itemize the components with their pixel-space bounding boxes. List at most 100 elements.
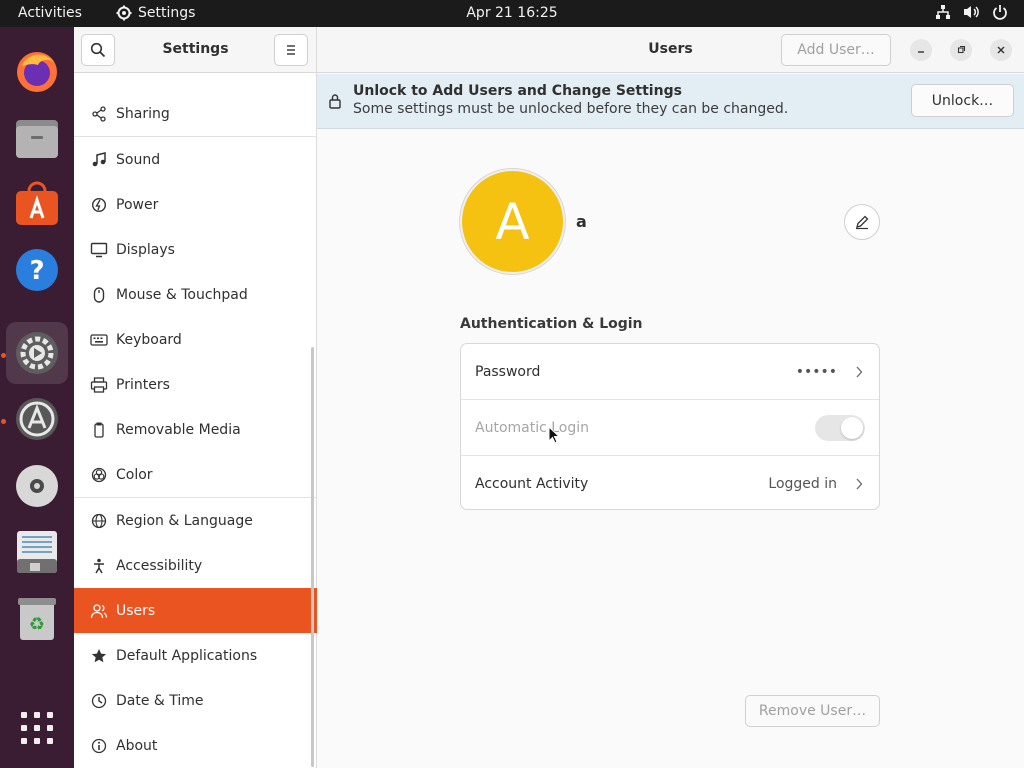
pencil-icon [856, 215, 869, 230]
printer-icon [88, 376, 110, 394]
close-button[interactable] [990, 39, 1012, 61]
automatic-login-label: Automatic Login [475, 419, 590, 436]
add-user-button[interactable]: Add User… [781, 34, 891, 66]
username: a [576, 212, 587, 231]
globe-icon [88, 512, 110, 530]
dock-disc[interactable] [6, 455, 68, 517]
maximize-button[interactable] [950, 39, 972, 61]
sidebar-item-displays[interactable]: Displays [74, 227, 317, 272]
sidebar-item-label: Printers [116, 376, 170, 393]
sidebar-item-accessibility[interactable]: Accessibility [74, 543, 317, 588]
dock-updater[interactable] [6, 388, 68, 450]
minimize-button[interactable] [910, 39, 932, 61]
menu-button[interactable] [274, 34, 308, 66]
sidebar-item-default-applications[interactable]: Default Applications [74, 633, 317, 678]
sidebar-item-printers[interactable]: Printers [74, 362, 317, 407]
files-icon [16, 120, 58, 158]
sidebar-item-label: Power [116, 196, 159, 213]
sidebar-item-power[interactable]: Power [74, 182, 317, 227]
software-store-icon [16, 181, 58, 225]
sidebar-item-sound[interactable]: Sound [74, 137, 317, 182]
activities-button[interactable]: Activities [18, 5, 82, 21]
color-icon [88, 466, 110, 484]
users-panel: Users Add User… Unlock to Add Users and … [317, 27, 1024, 768]
sidebar-item-color[interactable]: Color [74, 452, 317, 497]
authentication-list: Password ••••• Automatic Login Account A… [460, 343, 880, 510]
dock: ? ♻ [0, 27, 74, 768]
dock-firefox[interactable] [6, 40, 68, 102]
dock-help[interactable]: ? [6, 239, 68, 301]
network-icon [936, 5, 950, 19]
dock-files[interactable] [6, 107, 68, 169]
app-grid-icon [21, 712, 53, 744]
sidebar-item-label: Sharing [116, 105, 170, 122]
dock-trash[interactable]: ♻ [6, 588, 68, 650]
sidebar-item-label: About [116, 737, 158, 754]
power-icon [993, 5, 1007, 20]
clock-label[interactable]: Apr 21 16:25 [466, 5, 557, 21]
avatar[interactable]: A [460, 169, 565, 274]
app-menu[interactable]: Settings [116, 5, 195, 21]
lock-icon [329, 94, 341, 109]
password-label: Password [475, 363, 541, 380]
dock-app-grid[interactable] [6, 697, 68, 759]
account-activity-row[interactable]: Account Activity Logged in [461, 456, 879, 511]
app-menu-label: Settings [138, 5, 196, 21]
disc-icon [16, 465, 58, 507]
keyboard-icon [88, 331, 110, 349]
section-title: Authentication & Login [460, 316, 643, 332]
sidebar-item-mouse-touchpad[interactable]: Mouse & Touchpad [74, 272, 317, 317]
sidebar-item-removable-media[interactable]: Removable Media [74, 407, 317, 452]
sidebar-item-label: Date & Time [116, 692, 204, 709]
sidebar-item-date-time[interactable]: Date & Time [74, 678, 317, 723]
trash-icon: ♻ [18, 598, 56, 640]
sidebar-item-about[interactable]: About [74, 723, 317, 768]
gear-icon [116, 5, 132, 21]
display-icon [88, 241, 110, 259]
system-tray[interactable] [935, 4, 1008, 20]
sidebar-item-region-language[interactable]: Region & Language [74, 498, 317, 543]
edit-name-button[interactable] [844, 204, 880, 240]
running-indicator [1, 353, 6, 358]
software-updater-icon [16, 398, 58, 440]
password-row[interactable]: Password ••••• [461, 344, 879, 399]
header-bar: Users Add User… [317, 27, 1024, 73]
search-button[interactable] [81, 34, 115, 66]
volume-icon [964, 6, 979, 18]
automatic-login-row: Automatic Login [461, 400, 879, 455]
dock-text-editor[interactable] [6, 521, 68, 583]
sidebar-item-label: Keyboard [116, 331, 182, 348]
close-icon [997, 46, 1005, 54]
chevron-right-icon [856, 366, 863, 377]
unlock-button[interactable]: Unlock… [911, 84, 1014, 117]
running-indicator [1, 419, 6, 424]
automatic-login-toggle[interactable] [815, 414, 865, 441]
password-value: ••••• [795, 363, 837, 380]
sidebar-item-label: Color [116, 466, 153, 483]
sidebar-item-sharing[interactable]: Sharing [74, 91, 317, 136]
restore-icon [957, 45, 966, 54]
dock-software[interactable] [6, 173, 68, 235]
sidebar-item-users[interactable]: Users [74, 588, 317, 633]
sidebar-header: Settings [74, 27, 316, 73]
search-icon [90, 42, 106, 58]
mouse-cursor-icon [548, 426, 560, 444]
dock-settings[interactable] [6, 322, 68, 384]
help-icon: ? [16, 249, 58, 291]
sidebar-item-label: Region & Language [116, 512, 253, 529]
remove-user-button[interactable]: Remove User… [745, 695, 880, 727]
sidebar-item-label: Displays [116, 241, 175, 258]
power-icon [88, 196, 110, 214]
info-icon [88, 737, 110, 755]
account-activity-label: Account Activity [475, 475, 589, 492]
sidebar: Settings Sharing Sound Power Displays Mo… [74, 27, 317, 768]
sidebar-item-label: Default Applications [116, 647, 258, 664]
sidebar-item-keyboard[interactable]: Keyboard [74, 317, 317, 362]
accessibility-icon [88, 557, 110, 575]
share-icon [88, 105, 110, 123]
infobar-subtitle: Some settings must be unlocked before th… [353, 101, 789, 117]
text-editor-icon [17, 531, 57, 573]
sidebar-scrollbar[interactable] [311, 347, 314, 767]
unlock-infobar: Unlock to Add Users and Change Settings … [317, 74, 1024, 129]
svg-text:♻: ♻ [29, 614, 45, 635]
